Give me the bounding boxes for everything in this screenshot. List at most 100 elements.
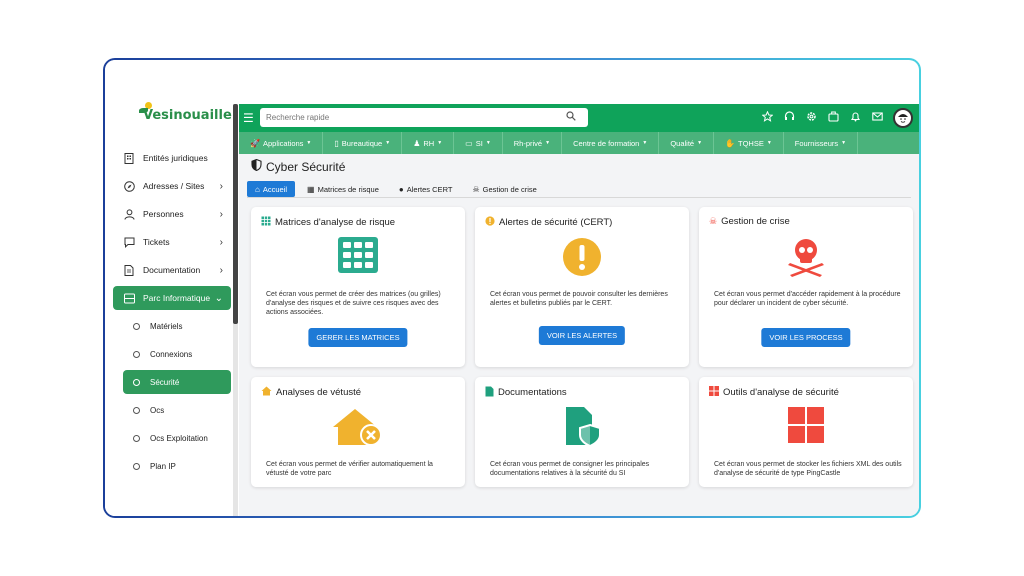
sidebar-item-documentation[interactable]: Documentation › bbox=[113, 256, 231, 284]
card-description: Cet écran vous permet de stocker les fic… bbox=[714, 461, 902, 477]
building-icon bbox=[123, 152, 135, 164]
sidebar-subitem-securite[interactable]: Sécurité bbox=[123, 370, 231, 394]
card-title: Alertes de sécurité (CERT) bbox=[485, 216, 612, 228]
tab-accueil[interactable]: ⌂ Accueil bbox=[247, 181, 296, 197]
skull-crossbones-icon bbox=[699, 237, 913, 277]
menu-label: Rh-privé bbox=[513, 138, 543, 148]
briefcase-icon[interactable] bbox=[827, 111, 840, 125]
menu-rh[interactable]: ♟ RH ▼ bbox=[402, 132, 455, 154]
star-icon[interactable] bbox=[761, 110, 774, 125]
sidebar-item-personnes[interactable]: Personnes › bbox=[113, 200, 231, 228]
file-icon: ▯ bbox=[334, 138, 339, 148]
shield-icon bbox=[251, 158, 262, 174]
hand-icon: ✋ bbox=[725, 138, 735, 148]
logo-text: Vesinouaille bbox=[143, 108, 232, 123]
card-title-text: Alertes de sécurité (CERT) bbox=[499, 216, 613, 228]
card-outils-analyse: Outils d'analyse de sécurité Cet écran v… bbox=[699, 377, 913, 487]
logo-leaf-icon bbox=[139, 108, 148, 113]
sidebar-subitem-ocs-exploitation[interactable]: Ocs Exploitation bbox=[113, 424, 231, 452]
card-description: Cet écran vous permet de créer des matri… bbox=[266, 291, 441, 316]
card-title: Analyses de vétusté bbox=[261, 386, 361, 398]
headset-icon[interactable] bbox=[783, 111, 796, 125]
radio-icon bbox=[133, 462, 140, 470]
rocket-icon: 🚀 bbox=[250, 138, 260, 148]
top-bar: ☰ bbox=[239, 104, 919, 132]
sidebar-nav: Entités juridiques Adresses / Sites › Pe… bbox=[113, 144, 231, 480]
bell-icon[interactable] bbox=[849, 111, 862, 125]
menu-si[interactable]: ▭ SI ▼ bbox=[454, 132, 503, 154]
sidebar-subitem-ocs[interactable]: Ocs bbox=[113, 396, 231, 424]
menu-fournisseurs[interactable]: Fournisseurs ▼ bbox=[784, 132, 859, 154]
tab-matrices[interactable]: ▦ Matrices de risque bbox=[299, 181, 387, 197]
search-input[interactable] bbox=[266, 113, 556, 122]
radio-icon bbox=[133, 350, 140, 358]
menu-rh-prive[interactable]: Rh-privé ▼ bbox=[503, 132, 563, 154]
menu-label: TQHSE bbox=[738, 138, 764, 148]
sidebar: Vesinouaille Entités juridiques Adresses… bbox=[105, 60, 233, 516]
alert-icon bbox=[485, 216, 495, 228]
menu-qualite[interactable]: Qualité ▼ bbox=[659, 132, 715, 154]
grid-icon: ▦ bbox=[307, 184, 315, 194]
sidebar-item-entites[interactable]: Entités juridiques bbox=[113, 144, 231, 172]
sidebar-item-label: Personnes bbox=[143, 209, 184, 219]
sidebar-subitem-plan-ip[interactable]: Plan IP bbox=[113, 452, 231, 480]
chevron-right-icon: › bbox=[219, 208, 223, 220]
avatar[interactable] bbox=[893, 108, 913, 128]
card-description: Cet écran vous permet de vérifier automa… bbox=[266, 461, 433, 477]
search-icon[interactable] bbox=[566, 111, 576, 124]
gear-icon[interactable] bbox=[805, 111, 818, 125]
caret-down-icon: ▼ bbox=[545, 140, 551, 146]
skull-icon: ☠ bbox=[472, 184, 480, 194]
logo[interactable]: Vesinouaille bbox=[139, 102, 232, 123]
hamburger-menu-icon[interactable]: ☰ bbox=[243, 111, 257, 125]
menu-bureautique[interactable]: ▯ Bureautique ▼ bbox=[323, 132, 403, 154]
tab-label: Gestion de crise bbox=[482, 184, 537, 194]
chat-icon bbox=[123, 236, 135, 248]
mail-icon[interactable] bbox=[871, 111, 884, 125]
sidebar-item-label: Parc Informatique bbox=[143, 293, 211, 303]
card-vetuste: Analyses de vétusté Cet écran vous perme… bbox=[251, 377, 465, 487]
card-title-text: Gestion de crise bbox=[721, 216, 790, 227]
chevron-right-icon: › bbox=[219, 180, 223, 192]
voir-process-button[interactable]: VOIR LES PROCESS bbox=[761, 328, 851, 347]
menu-label: SI bbox=[475, 138, 483, 148]
tab-bar: ⌂ Accueil ▦ Matrices de risque ● Alertes… bbox=[247, 181, 545, 197]
grid-icon bbox=[261, 216, 271, 228]
sidebar-item-adresses[interactable]: Adresses / Sites › bbox=[113, 172, 231, 200]
menu-label: Qualité bbox=[670, 138, 695, 148]
card-alertes: Alertes de sécurité (CERT) Cet écran vou… bbox=[475, 207, 689, 367]
menu-applications[interactable]: 🚀 Applications ▼ bbox=[239, 132, 324, 154]
document-shield-icon bbox=[485, 386, 494, 399]
sidebar-item-tickets[interactable]: Tickets › bbox=[113, 228, 231, 256]
menu-label: RH bbox=[423, 138, 435, 148]
server-icon bbox=[123, 292, 135, 304]
sidebar-item-label: Entités juridiques bbox=[143, 153, 208, 163]
gerer-matrices-button[interactable]: GERER LES MATRICES bbox=[308, 328, 408, 347]
tab-alertes[interactable]: ● Alertes CERT bbox=[391, 181, 461, 197]
sidebar-item-label: Documentation bbox=[143, 265, 201, 275]
caret-down-icon: ▼ bbox=[437, 140, 443, 146]
document-shield-large-icon bbox=[475, 407, 689, 447]
page-title: Cyber Sécurité bbox=[251, 158, 345, 174]
sidebar-item-parc-informatique[interactable]: Parc Informatique ⌄ bbox=[113, 286, 231, 310]
menu-tqhse[interactable]: ✋ TQHSE ▼ bbox=[714, 132, 784, 154]
alert-icon: ● bbox=[398, 184, 404, 194]
menu-label: Applications bbox=[262, 138, 304, 148]
sidebar-scrollbar[interactable] bbox=[233, 104, 238, 516]
top-icons bbox=[761, 108, 913, 128]
scrollbar-thumb[interactable] bbox=[233, 104, 238, 324]
card-description: Cet écran vous permet de consigner les p… bbox=[490, 461, 650, 477]
home-icon: ⌂ bbox=[255, 184, 260, 194]
caret-down-icon: ▼ bbox=[485, 140, 491, 146]
caret-down-icon: ▼ bbox=[697, 140, 703, 146]
tab-gestion-crise[interactable]: ☠ Gestion de crise bbox=[464, 181, 544, 197]
sidebar-subitem-connexions[interactable]: Connexions bbox=[113, 340, 231, 368]
sidebar-subitem-label: Matériels bbox=[150, 321, 183, 331]
sidebar-subitem-materiels[interactable]: Matériels bbox=[113, 312, 231, 340]
voir-alertes-button[interactable]: VOIR LES ALERTES bbox=[538, 326, 626, 345]
card-title: Outils d'analyse de sécurité bbox=[709, 386, 839, 398]
sidebar-subitem-label: Connexions bbox=[150, 349, 193, 359]
menu-centre-formation[interactable]: Centre de formation ▼ bbox=[562, 132, 660, 154]
chevron-right-icon: › bbox=[219, 236, 223, 248]
windows-large-icon bbox=[699, 407, 913, 443]
